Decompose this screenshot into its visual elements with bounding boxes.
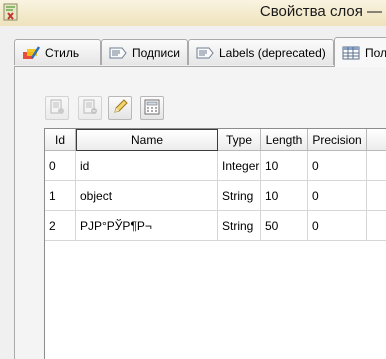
cell-name[interactable]: id [76, 151, 218, 181]
tab-labels[interactable]: Подписи [101, 39, 188, 65]
delete-column-icon [82, 99, 98, 118]
toggle-editing-pencil-icon [112, 98, 128, 118]
cell-comment[interactable] [367, 151, 386, 181]
cell-type[interactable]: Integer [218, 151, 261, 181]
tab-style[interactable]: Стиль [14, 39, 101, 65]
delete-column-button[interactable] [78, 96, 102, 120]
cell-id[interactable]: 2 [45, 211, 76, 241]
cell-length[interactable]: 10 [261, 181, 308, 211]
qgis-app-icon [3, 3, 19, 21]
cell-comment[interactable] [367, 181, 386, 211]
labels-deprecated-icon [196, 46, 214, 60]
tab-labels-label: Подписи [132, 45, 180, 60]
tab-labels-deprecated[interactable]: Labels (deprecated) [188, 39, 334, 65]
cell-comment[interactable] [367, 211, 386, 241]
tab-fields[interactable]: Пол [334, 37, 386, 67]
labels-icon [109, 46, 127, 60]
column-header-name[interactable]: Name [76, 129, 218, 151]
window-titlebar[interactable]: Свойства слоя — [0, 0, 386, 27]
cell-id[interactable]: 0 [45, 151, 76, 181]
cell-type[interactable]: String [218, 181, 261, 211]
table-row[interactable]: 2 РЈР°РЎР¶Р¬ String 50 0 [45, 211, 386, 241]
tab-labels-deprecated-label: Labels (deprecated) [219, 45, 326, 60]
table-row[interactable]: 1 object String 10 0 [45, 181, 386, 211]
cell-length[interactable]: 10 [261, 151, 308, 181]
fields-table[interactable]: Id Name Type Length Precision Co 0 id In… [44, 128, 386, 359]
style-icon [22, 45, 41, 60]
tab-fields-label: Пол [365, 45, 386, 60]
column-header-precision[interactable]: Precision [308, 129, 367, 151]
table-header: Id Name Type Length Precision Co [45, 129, 386, 151]
field-calculator-button[interactable] [140, 96, 164, 120]
fields-table-icon [342, 46, 360, 60]
cell-precision[interactable]: 0 [308, 181, 367, 211]
cell-name[interactable]: РЈР°РЎР¶Р¬ [76, 211, 218, 241]
column-header-id[interactable]: Id [45, 129, 76, 151]
cell-precision[interactable]: 0 [308, 211, 367, 241]
column-header-length[interactable]: Length [261, 129, 308, 151]
field-calculator-icon [144, 99, 160, 118]
new-column-icon [49, 99, 65, 118]
cell-precision[interactable]: 0 [308, 151, 367, 181]
toggle-editing-button[interactable] [108, 96, 132, 120]
cell-type[interactable]: String [218, 211, 261, 241]
column-header-comment[interactable]: Co [367, 129, 386, 151]
cell-length[interactable]: 50 [261, 211, 308, 241]
window-title: Свойства слоя — [259, 3, 382, 20]
new-column-button[interactable] [45, 96, 69, 120]
column-header-type[interactable]: Type [218, 129, 261, 151]
cell-id[interactable]: 1 [45, 181, 76, 211]
table-row[interactable]: 0 id Integer 10 0 [45, 151, 386, 181]
tab-style-label: Стиль [45, 45, 80, 60]
cell-name[interactable]: object [76, 181, 218, 211]
